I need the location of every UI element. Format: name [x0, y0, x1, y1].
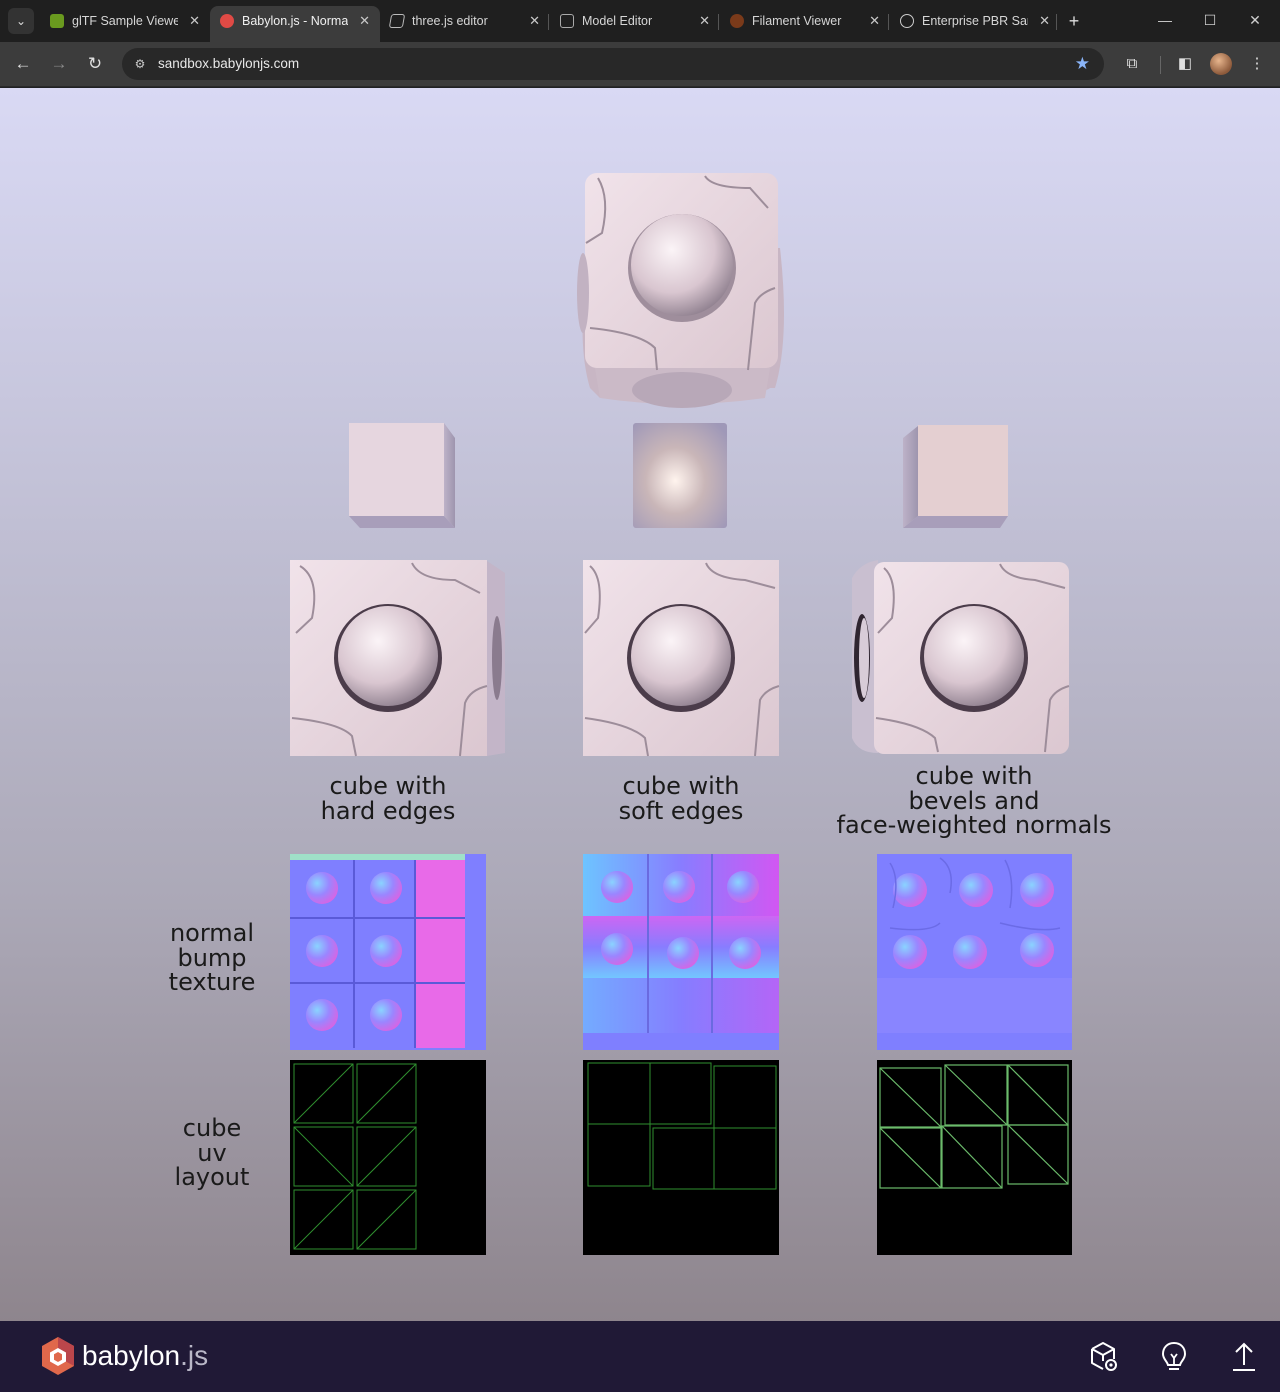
address-bar[interactable]: ⚙ sandbox.babylonjs.com ★: [122, 48, 1104, 80]
forward-icon[interactable]: →: [47, 52, 71, 76]
cube-bevels-face-weighted: [852, 560, 1070, 754]
normal-texture-bevel: [877, 854, 1072, 1050]
tab-title: glTF Sample Viewer: [72, 14, 178, 28]
small-cube-hard: [349, 423, 455, 528]
label-line: cube: [182, 1114, 242, 1142]
window-close-icon[interactable]: ✕: [1240, 8, 1270, 32]
close-icon[interactable]: ✕: [529, 6, 540, 36]
close-icon[interactable]: ✕: [869, 6, 880, 36]
site-info-icon[interactable]: ⚙: [132, 56, 148, 72]
tab-title: Filament Viewer: [752, 14, 842, 28]
brand-main: babylon: [82, 1340, 181, 1371]
filament-icon: [730, 14, 744, 28]
uv-layout-soft: [583, 1060, 779, 1255]
bookmark-star-icon[interactable]: ★: [1075, 48, 1090, 80]
label-line: hard edges: [320, 796, 456, 825]
tab-separator: [718, 14, 719, 30]
tab-gltf-sample-viewer[interactable]: glTF Sample Viewer ✕: [40, 6, 210, 36]
label-line: cube with: [622, 772, 740, 800]
extensions-icon[interactable]: ⧉: [1120, 52, 1144, 76]
tab-title: Enterprise PBR Sample: [922, 14, 1028, 28]
cube-large-preview: [577, 173, 784, 408]
brand-suffix: .js: [180, 1340, 209, 1371]
uv-layout-hard: [290, 1060, 486, 1255]
tab-babylon-normals[interactable]: Babylon.js - Normals ✕: [210, 6, 380, 42]
label-line: normal: [169, 919, 255, 947]
small-cube-bevel: [903, 425, 1008, 528]
render-canvas[interactable]: cube with hard edges cube with soft edge…: [0, 88, 1280, 1322]
babylon-logo-icon[interactable]: [40, 1336, 76, 1376]
url-text[interactable]: sandbox.babylonjs.com: [158, 48, 299, 80]
tab-strip: ⌄ glTF Sample Viewer ✕ Babylon.js - Norm…: [0, 0, 1280, 42]
label-line: soft edges: [618, 796, 744, 825]
tab-filament-viewer[interactable]: Filament Viewer ✕: [720, 6, 890, 36]
gltf-icon: [50, 14, 64, 28]
label-line: bevels and: [908, 786, 1040, 815]
label-cube-bevels: cube with bevels and face-weighted norma…: [834, 764, 1114, 838]
toolbar-divider: [1160, 56, 1161, 74]
close-icon[interactable]: ✕: [699, 6, 710, 36]
globe-icon: [900, 14, 914, 28]
back-icon[interactable]: ←: [11, 52, 35, 76]
lightbulb-icon[interactable]: [1157, 1339, 1191, 1373]
tab-threejs-editor[interactable]: three.js editor ✕: [380, 6, 550, 36]
close-icon[interactable]: ✕: [359, 6, 370, 36]
sandbox-footer: babylon.js: [0, 1321, 1280, 1392]
label-line: bump: [177, 943, 247, 972]
label-cube-hard-edges: cube with hard edges: [288, 774, 488, 823]
label-line: face-weighted normals: [836, 811, 1112, 839]
label-line: cube with: [329, 772, 447, 800]
upload-icon[interactable]: [1227, 1339, 1261, 1373]
label-line: uv: [197, 1138, 227, 1167]
maximize-icon[interactable]: ☐: [1195, 8, 1225, 32]
cube-hard-edges: [290, 560, 505, 757]
tab-model-editor[interactable]: Model Editor ✕: [550, 6, 720, 36]
reload-icon[interactable]: ↻: [83, 52, 107, 76]
small-cube-soft: [633, 423, 727, 528]
menu-kebab-icon[interactable]: ⋮: [1245, 52, 1269, 76]
close-icon[interactable]: ✕: [1039, 6, 1050, 36]
minimize-icon[interactable]: —: [1150, 8, 1180, 32]
tab-separator: [1056, 14, 1057, 30]
avatar[interactable]: [1210, 53, 1232, 75]
threejs-icon: [388, 14, 406, 28]
tab-separator: [548, 14, 549, 30]
tab-title: Babylon.js - Normals: [242, 14, 348, 28]
new-tab-button[interactable]: +: [1064, 8, 1084, 34]
close-icon[interactable]: ✕: [189, 6, 200, 36]
normal-texture-soft: [583, 854, 779, 1050]
tab-title: Model Editor: [582, 14, 653, 28]
label-cube-uv-layout: cube uv layout: [152, 1116, 272, 1190]
brand-wordmark[interactable]: babylon.js: [82, 1337, 208, 1375]
label-normal-bump-texture: normal bump texture: [152, 921, 272, 995]
side-panel-icon[interactable]: ◧: [1173, 52, 1197, 76]
uv-layout-bevel: [877, 1060, 1072, 1255]
tab-search-button[interactable]: ⌄: [8, 8, 34, 34]
cube-icon: [560, 14, 574, 28]
label-line: texture: [168, 968, 256, 996]
browser-toolbar: ← → ↻ ⚙ sandbox.babylonjs.com ★ ⧉ ◧ ⋮: [0, 42, 1280, 87]
label-line: cube with: [915, 762, 1033, 790]
tab-enterprise-pbr[interactable]: Enterprise PBR Sample ✕: [890, 6, 1060, 36]
babylon-icon: [220, 14, 234, 28]
cube-soft-edges: [583, 560, 780, 757]
inspector-icon[interactable]: [1087, 1339, 1121, 1373]
normal-texture-hard: [290, 854, 486, 1050]
label-cube-soft-edges: cube with soft edges: [581, 774, 781, 823]
tab-separator: [888, 14, 889, 30]
tab-title: three.js editor: [412, 14, 488, 28]
label-line: layout: [174, 1163, 250, 1191]
